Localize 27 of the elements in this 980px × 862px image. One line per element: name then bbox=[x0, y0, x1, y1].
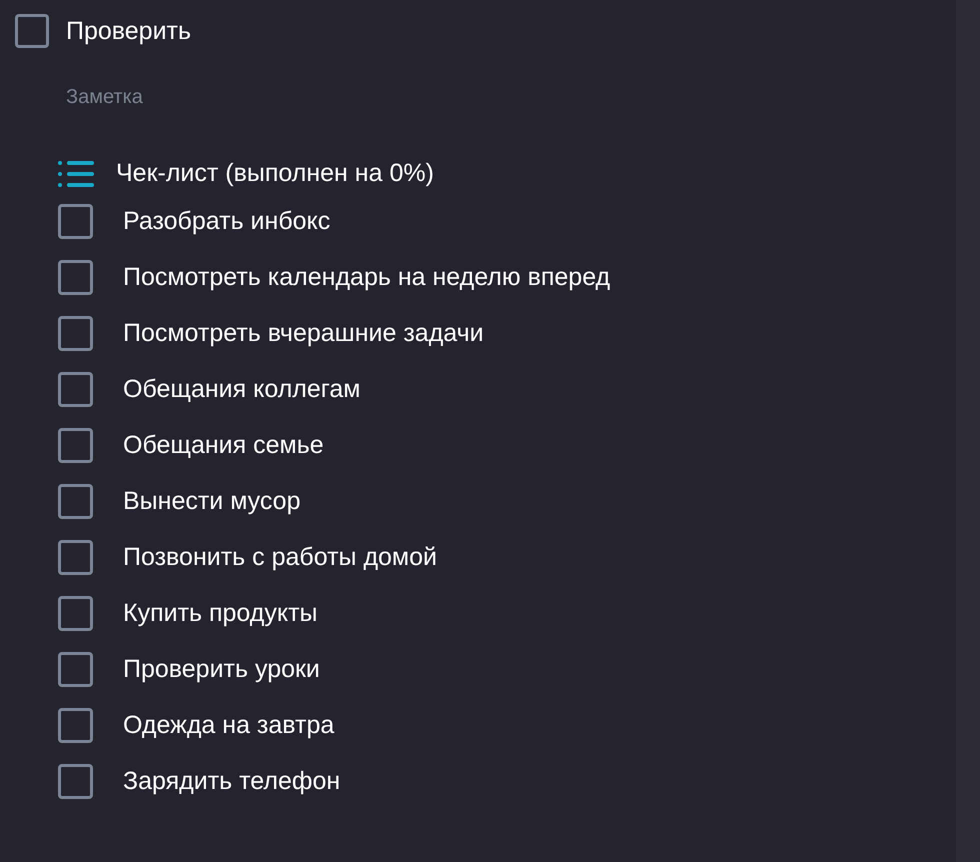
checklist-item-label: Разобрать инбокс bbox=[123, 207, 330, 236]
checklist-item-label: Одежда на завтра bbox=[123, 711, 334, 740]
checklist-icon bbox=[57, 160, 95, 188]
checklist-item-label: Позвонить с работы домой bbox=[123, 543, 437, 572]
checklist-item-label: Проверить уроки bbox=[123, 655, 320, 684]
checklist-checkbox[interactable] bbox=[58, 764, 93, 799]
checklist-item-label: Купить продукты bbox=[123, 599, 318, 628]
checklist-checkbox[interactable] bbox=[58, 540, 93, 575]
checklist-checkbox[interactable] bbox=[58, 596, 93, 631]
checklist-item-label: Обещания коллегам bbox=[123, 375, 360, 404]
checklist-checkbox[interactable] bbox=[58, 708, 93, 743]
checklist-item-label: Вынести мусор bbox=[123, 487, 300, 516]
note-field[interactable]: Заметка bbox=[66, 86, 466, 109]
checklist-item-label: Зарядить телефон bbox=[123, 767, 340, 796]
task-title: Проверить bbox=[66, 16, 192, 46]
checklist-checkbox[interactable] bbox=[58, 428, 93, 463]
checklist-checkbox[interactable] bbox=[58, 372, 93, 407]
checklist-item-label: Посмотреть вчерашние задачи bbox=[123, 319, 484, 348]
checklist-checkbox[interactable] bbox=[58, 484, 93, 519]
checklist-checkbox[interactable] bbox=[58, 204, 93, 239]
checklist-item-label: Обещания семье bbox=[123, 431, 324, 460]
checklist-item-label: Посмотреть календарь на неделю вперед bbox=[123, 263, 610, 292]
checklist-checkbox[interactable] bbox=[58, 652, 93, 687]
checklist-title: Чек-лист (выполнен на 0%) bbox=[116, 159, 434, 188]
task-checkbox[interactable] bbox=[15, 14, 49, 48]
checklist-checkbox[interactable] bbox=[58, 260, 93, 295]
checklist-checkbox[interactable] bbox=[58, 316, 93, 351]
